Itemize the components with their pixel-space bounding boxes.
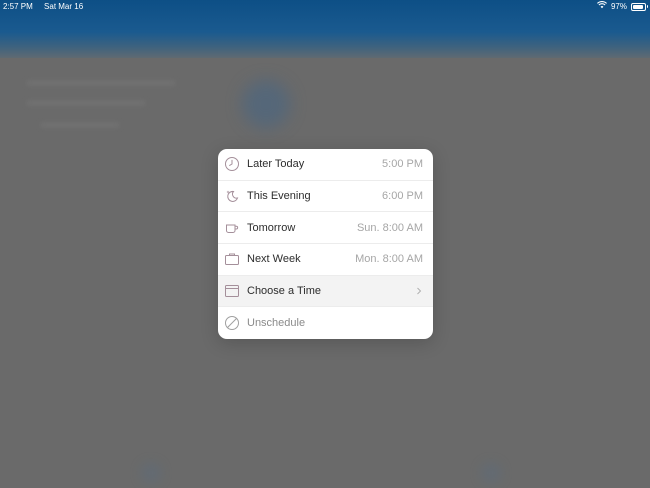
battery-percent: 97%	[610, 2, 627, 11]
background-tab-blur	[140, 462, 162, 484]
wifi-icon	[597, 0, 607, 13]
moon-icon	[224, 188, 240, 204]
briefcase-icon	[224, 251, 240, 267]
menu-item-this-evening[interactable]: This Evening 6:00 PM	[218, 181, 433, 213]
menu-item-time: Sun. 8:00 AM	[356, 221, 423, 234]
menu-item-label: Unschedule	[247, 317, 306, 330]
status-date: Sat Mar 16	[44, 2, 84, 11]
menu-item-label: Later Today	[247, 158, 305, 171]
status-time: 2:57 PM	[3, 2, 33, 11]
menu-item-label: Next Week	[247, 253, 301, 266]
menu-item-tomorrow[interactable]: Tomorrow Sun. 8:00 AM	[218, 212, 433, 244]
background-avatar-blur	[242, 80, 290, 128]
calendar-icon	[224, 283, 240, 299]
menu-item-time: 5:00 PM	[382, 158, 423, 171]
coffee-cup-icon	[224, 220, 240, 236]
menu-item-label: This Evening	[247, 189, 311, 202]
schedule-menu: Later Today 5:00 PM This Evening 6:00 PM…	[218, 149, 433, 339]
screen: 2:57 PM Sat Mar 16 97% Later Today 5:00 …	[0, 0, 650, 488]
background-blur-line	[26, 80, 176, 86]
status-bar: 2:57 PM Sat Mar 16 97%	[0, 0, 650, 13]
menu-item-time: 6:00 PM	[382, 189, 423, 202]
clock-icon	[224, 156, 240, 172]
menu-item-label: Choose a Time	[247, 284, 321, 297]
battery-icon	[631, 2, 648, 11]
menu-item-time: Mon. 8:00 AM	[355, 253, 423, 266]
background-tab-blur	[480, 462, 502, 484]
prohibited-icon	[224, 315, 240, 331]
menu-item-next-week[interactable]: Next Week Mon. 8:00 AM	[218, 244, 433, 276]
menu-item-unschedule[interactable]: Unschedule	[218, 307, 433, 339]
chevron-right-icon	[417, 287, 422, 295]
menu-item-label: Tomorrow	[247, 221, 296, 234]
menu-item-later-today[interactable]: Later Today 5:00 PM	[218, 149, 433, 181]
background-blur-line	[26, 100, 146, 106]
background-blur-line	[40, 122, 120, 128]
menu-item-choose-a-time[interactable]: Choose a Time	[218, 275, 433, 308]
